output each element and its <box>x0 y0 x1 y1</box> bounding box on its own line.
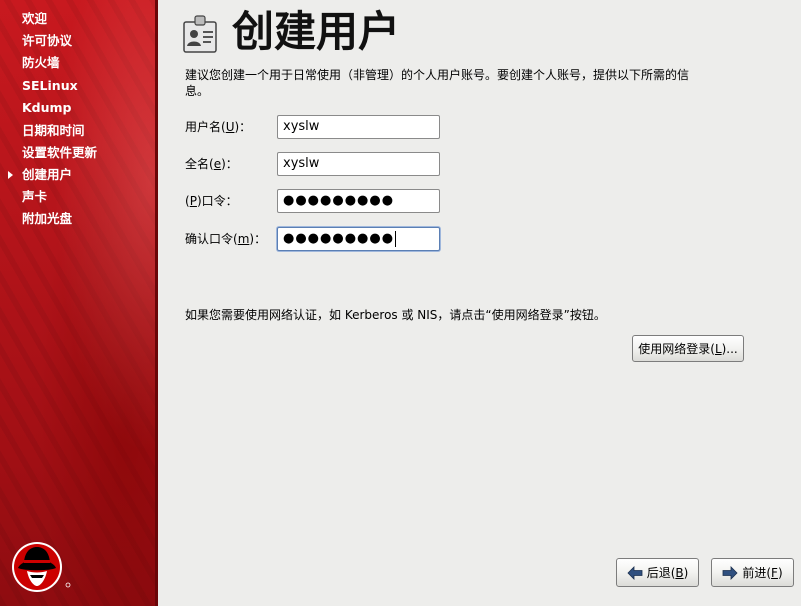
network-login-button[interactable]: 使用网络登录(L)... <box>632 335 744 362</box>
arrow-left-icon <box>627 565 643 580</box>
sidebar: 欢迎 许可协议 防火墙 SELinux Kdump 日期和时间 设置软件更新 创… <box>0 0 158 606</box>
fullname-input[interactable] <box>277 152 440 176</box>
sidebar-step-soundcard: 声卡 <box>22 189 48 204</box>
confirm-password-input[interactable]: ●●●●●●●●● <box>277 227 440 251</box>
sidebar-step-license: 许可协议 <box>22 33 73 48</box>
password-masked-value: ●●●●●●●●● <box>283 193 395 208</box>
sidebar-step-selinux: SELinux <box>22 78 78 93</box>
back-button[interactable]: 后退(B) <box>616 558 699 587</box>
network-auth-note: 如果您需要使用网络认证，如 Kerberos 或 NIS，请点击“使用网络登录”… <box>185 308 606 322</box>
user-id-card-icon <box>183 15 217 53</box>
arrow-right-icon <box>722 565 738 580</box>
sidebar-step-kdump: Kdump <box>22 100 72 115</box>
username-label: 用户名(U)： <box>185 120 252 134</box>
fullname-label: 全名(e)： <box>185 157 238 171</box>
sidebar-step-firewall: 防火墙 <box>22 55 60 70</box>
password-label: (P)口令： <box>185 194 238 208</box>
password-input[interactable]: ●●●●●●●●● <box>277 189 440 213</box>
sidebar-step-software-updates: 设置软件更新 <box>22 145 98 160</box>
page-title: 创建用户 <box>232 7 401 56</box>
confirm-password-masked-value: ●●●●●●●●● <box>283 231 395 246</box>
sidebar-step-datetime: 日期和时间 <box>22 123 85 138</box>
current-step-arrow-icon <box>8 171 13 179</box>
next-button[interactable]: 前进(F) <box>711 558 794 587</box>
main-panel: 创建用户 建议您创建一个用于日常使用（非管理）的个人用户账号。要创建个人账号，提… <box>158 0 801 606</box>
sidebar-step-create-user: 创建用户 <box>22 167 73 182</box>
red-hat-shadowman-icon <box>12 542 71 592</box>
intro-text: 建议您创建一个用于日常使用（非管理）的个人用户账号。要创建个人账号，提供以下所需… <box>185 68 690 98</box>
sidebar-step-additional-cds: 附加光盘 <box>22 211 73 226</box>
sidebar-step-welcome: 欢迎 <box>22 11 48 26</box>
confirm-password-label: 确认口令(m)： <box>185 232 267 246</box>
text-caret <box>395 230 397 247</box>
username-input[interactable] <box>277 115 440 139</box>
